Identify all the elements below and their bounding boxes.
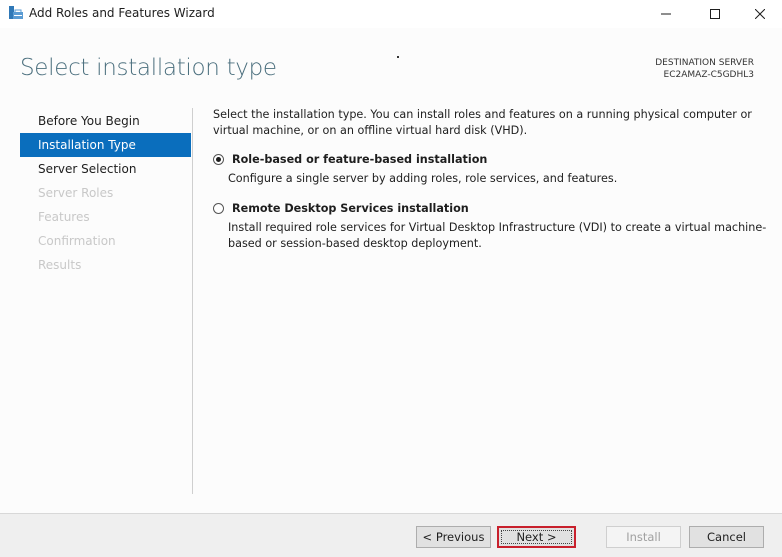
intro-text: Select the installation type. You can in… bbox=[213, 108, 752, 137]
minimize-button[interactable] bbox=[643, 0, 689, 28]
nav-item-server-roles: Server Roles bbox=[38, 186, 114, 200]
destination-server-name: EC2AMAZ-C5GDHL3 bbox=[663, 70, 754, 80]
sidebar-divider bbox=[192, 108, 193, 494]
wizard-steps-nav: Before You Begin Installation Type Serve… bbox=[20, 109, 191, 277]
nav-item-installation-type[interactable]: Installation Type bbox=[20, 133, 191, 157]
nav-item-confirmation: Confirmation bbox=[38, 234, 116, 248]
radio-remote-desktop[interactable] bbox=[213, 203, 224, 214]
maximize-button[interactable] bbox=[692, 0, 738, 28]
radio-role-based[interactable] bbox=[213, 154, 224, 165]
destination-server-info: DESTINATION SERVER EC2AMAZ-C5GDHL3 bbox=[655, 57, 754, 81]
nav-item-server-selection[interactable]: Server Selection bbox=[20, 157, 191, 181]
option-label[interactable]: Role-based or feature-based installation bbox=[232, 152, 768, 168]
previous-button[interactable]: < Previous bbox=[416, 526, 491, 548]
page-title: Select installation type bbox=[20, 55, 277, 81]
focus-rectangle bbox=[501, 530, 572, 544]
option-label[interactable]: Remote Desktop Services installation bbox=[232, 201, 768, 217]
nav-item-results: Results bbox=[38, 258, 82, 272]
nav-item-features: Features bbox=[38, 210, 90, 224]
install-button: Install bbox=[606, 526, 681, 548]
nav-item-before-you-begin[interactable]: Before You Begin bbox=[20, 109, 191, 133]
window-title: Add Roles and Features Wizard bbox=[29, 6, 215, 20]
option-role-based: Role-based or feature-based installation… bbox=[213, 152, 768, 187]
option-remote-desktop: Remote Desktop Services installation Ins… bbox=[213, 201, 768, 252]
option-description: Install required role services for Virtu… bbox=[228, 221, 767, 250]
destination-label: DESTINATION SERVER bbox=[655, 58, 754, 68]
footer-bar: < Previous Next > Install Cancel bbox=[0, 513, 782, 557]
option-description: Configure a single server by adding role… bbox=[228, 172, 618, 185]
close-icon bbox=[755, 9, 765, 19]
next-button[interactable]: Next > bbox=[497, 526, 576, 548]
minimize-icon bbox=[661, 13, 671, 15]
maximize-icon bbox=[710, 9, 720, 19]
main-content: Select the installation type. You can in… bbox=[213, 107, 768, 266]
cancel-button[interactable]: Cancel bbox=[689, 526, 764, 548]
server-manager-icon bbox=[9, 6, 23, 19]
close-button[interactable] bbox=[737, 0, 782, 28]
stray-dot bbox=[397, 56, 399, 58]
title-bar: Add Roles and Features Wizard bbox=[0, 0, 782, 28]
